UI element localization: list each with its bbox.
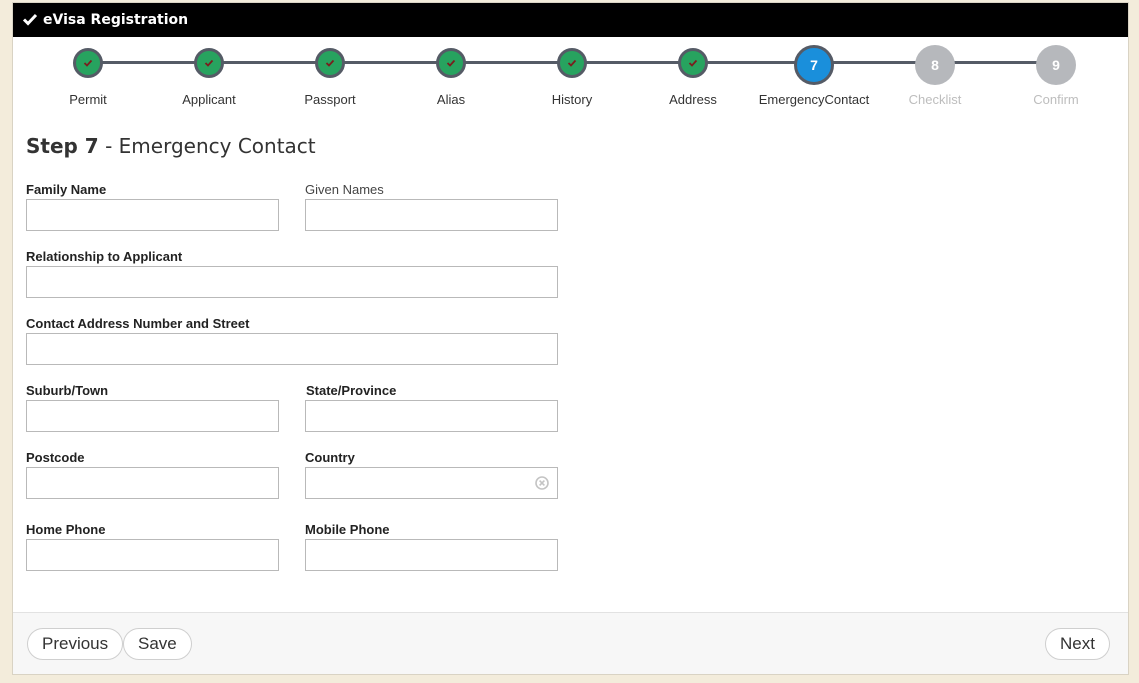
family-name-label: Family Name — [26, 182, 107, 197]
suburb-label: Suburb/Town — [26, 383, 109, 398]
step-address[interactable]: Address — [633, 45, 753, 107]
step-alias[interactable]: Alias — [391, 45, 511, 107]
relationship-input[interactable] — [26, 266, 558, 298]
step-applicant[interactable]: Applicant — [149, 45, 269, 107]
heading-separator: - — [98, 134, 119, 158]
step-done-circle — [315, 48, 345, 78]
given-names-input[interactable] — [305, 199, 558, 231]
step-number: 9 — [1036, 45, 1076, 85]
country-label: Country — [305, 450, 355, 465]
step-passport[interactable]: Passport — [270, 45, 390, 107]
check-icon — [83, 59, 93, 67]
step-label: Address — [669, 92, 717, 107]
step-number: 8 — [915, 45, 955, 85]
form-footer: Previous Save Next — [13, 612, 1128, 674]
check-icon — [446, 59, 456, 67]
page-title: Step 7 - Emergency Contact — [26, 134, 316, 158]
step-label: Confirm — [1033, 92, 1079, 107]
step-number-heading: Step 7 — [26, 134, 99, 158]
step-title: Emergency Contact — [118, 134, 316, 158]
check-icon — [567, 59, 577, 67]
step-done-circle — [194, 48, 224, 78]
suburb-input[interactable] — [26, 400, 279, 432]
step-label: History — [551, 92, 593, 107]
step-label: Passport — [304, 92, 356, 107]
step-label: Permit — [69, 92, 107, 107]
window-title: eVisa Registration — [43, 12, 189, 28]
save-button[interactable]: Save — [123, 628, 192, 660]
check-icon — [22, 13, 38, 26]
state-input[interactable] — [305, 400, 558, 432]
step-done-circle — [678, 48, 708, 78]
step-label: Applicant — [182, 92, 236, 107]
title-bar: eVisa Registration — [13, 3, 1128, 37]
check-icon — [688, 59, 698, 67]
postcode-input[interactable] — [26, 467, 279, 499]
step-confirm: 9 Confirm — [996, 45, 1116, 107]
check-icon — [325, 59, 335, 67]
step-emergency-contact[interactable]: 7 EmergencyContact — [754, 45, 874, 107]
next-button[interactable]: Next — [1045, 628, 1110, 660]
family-name-input[interactable] — [26, 199, 279, 231]
step-number: 7 — [794, 45, 834, 85]
step-done-circle — [557, 48, 587, 78]
step-history[interactable]: History — [512, 45, 632, 107]
address-label: Contact Address Number and Street — [26, 316, 250, 331]
postcode-label: Postcode — [26, 450, 85, 465]
home-phone-input[interactable] — [26, 539, 279, 571]
step-checklist: 8 Checklist — [875, 45, 995, 107]
step-label: EmergencyContact — [758, 92, 870, 107]
step-permit[interactable]: Permit — [28, 45, 148, 107]
clear-circle-icon[interactable] — [535, 476, 549, 490]
step-label: Checklist — [908, 92, 962, 107]
home-phone-label: Home Phone — [26, 522, 106, 537]
step-label: Alias — [436, 92, 466, 107]
mobile-phone-label: Mobile Phone — [305, 522, 390, 537]
registration-panel: eVisa Registration Permit Applicant Pass… — [12, 2, 1129, 675]
relationship-label: Relationship to Applicant — [26, 249, 183, 264]
check-icon — [204, 59, 214, 67]
state-label: State/Province — [306, 383, 397, 398]
step-done-circle — [436, 48, 466, 78]
mobile-phone-input[interactable] — [305, 539, 558, 571]
country-select[interactable] — [305, 467, 558, 499]
address-input[interactable] — [26, 333, 558, 365]
given-names-label: Given Names — [305, 182, 384, 197]
previous-button[interactable]: Previous — [27, 628, 124, 660]
step-done-circle — [73, 48, 103, 78]
